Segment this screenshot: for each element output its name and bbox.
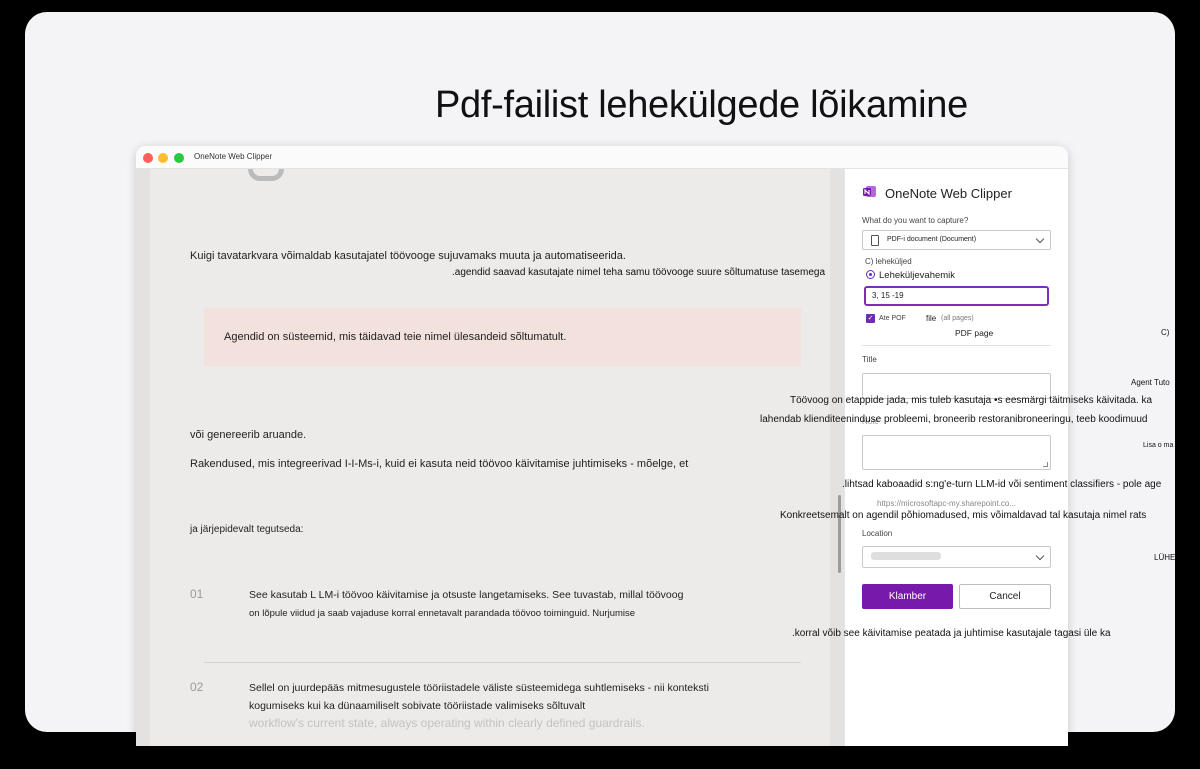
location-value-blurred (871, 552, 941, 560)
divider (862, 345, 1051, 346)
chevron-down-icon (1035, 551, 1045, 561)
capture-type-select[interactable]: PDF-i document (Document) (862, 230, 1051, 250)
resize-grip-icon[interactable] (1043, 462, 1048, 467)
attach-pdf-checkbox[interactable]: ✓ (866, 314, 875, 323)
app-window: OneNote Web Clipper Kuigi tavatarkvara v… (136, 146, 1068, 746)
panel-title: OneNote Web Clipper (885, 186, 1012, 201)
chevron-down-icon (1035, 234, 1045, 244)
pdf-page-label: PDF page (955, 328, 994, 338)
all-pages-label: (all pages) (941, 315, 974, 322)
list-number-02: 02 (190, 680, 204, 694)
item2-line-2: kogumiseks kui ka dünaamiliselt sobivate… (249, 700, 586, 712)
doc-line-3: või genereerib aruande. (190, 429, 307, 441)
minimize-window-button[interactable] (158, 153, 168, 163)
note-textarea[interactable] (862, 435, 1051, 470)
attach-pdf-label: Ate POF (879, 315, 906, 322)
location-label: Location (862, 529, 893, 538)
overlay-resolves: lahendab klienditeeninduse probleemi, br… (760, 414, 1148, 425)
overlay-stop: .korral võib see käivitamise peatada ja … (792, 628, 1111, 639)
overlay-agent-tuto: Agent Tuto (1131, 378, 1170, 387)
doc-line-1: Kuigi tavatarkvara võimaldab kasutajatel… (190, 250, 626, 262)
list-separator (204, 662, 801, 663)
overlay-workflow-def: Töövoog on etappide jada, mis tuleb kasu… (790, 395, 1153, 406)
maximize-window-button[interactable] (174, 153, 184, 163)
pdf-page: Kuigi tavatarkvara võimaldab kasutajatel… (150, 169, 830, 746)
item1-line-2: on lõpule viidud ja saab vajaduse korral… (249, 608, 636, 619)
item2-line-1: Sellel on juurdepääs mitmesugustele töör… (249, 682, 709, 694)
doc-line-4: Rakendused, mis integreerivad I-I-Ms-i, … (190, 458, 689, 470)
page-number-glyph (248, 169, 284, 181)
page-range-label: Leheküljevahemik (879, 270, 956, 281)
doc-line-5: ja järjepidevalt tegutseda: (190, 524, 304, 535)
source-url: https://microsoftapc-my.sharepoint.co... (877, 499, 1017, 508)
window-titlebar: OneNote Web Clipper (136, 146, 1068, 169)
capture-label: What do you want to capture? (862, 216, 969, 225)
close-window-button[interactable] (143, 153, 153, 163)
overlay-c-right: C) (1161, 328, 1170, 337)
window-title: OneNote Web Clipper (194, 152, 273, 161)
overlay-luhe: LÜHE (1154, 553, 1176, 562)
pages-label: C) leheküljed (865, 257, 912, 266)
clip-button[interactable]: Klamber (862, 584, 953, 609)
page-range-value: 3, 15 -19 (872, 291, 904, 300)
callout-box: Agendid on süsteemid, mis täidavad teie … (204, 308, 801, 366)
item1-line-1: See kasutab L LM-i töövoo käivitamise ja… (249, 589, 684, 601)
clipper-panel: OneNote Web Clipper What do you want to … (844, 169, 1068, 746)
overlay-specifically: Konkreetsemalt on agendil põhiomadused, … (780, 510, 1147, 521)
overlay-doc-line-2: .agendid saavad kasutajate nimel teha sa… (452, 267, 826, 278)
overlay-lisa: Lisa o ma (1143, 442, 1174, 449)
page-range-input[interactable]: 3, 15 -19 (864, 286, 1049, 306)
callout-text: Agendid on süsteemid, mis täidavad teie … (224, 331, 567, 343)
scrollbar-track[interactable] (832, 169, 844, 746)
onenote-logo-icon (863, 186, 876, 197)
item2-line-3: workflow's current state, always operati… (249, 716, 645, 730)
page-range-radio[interactable] (866, 270, 875, 279)
pdf-document-viewer[interactable]: Kuigi tavatarkvara võimaldab kasutajatel… (136, 169, 844, 746)
capture-type-value: PDF-i document (Document) (887, 236, 977, 243)
scrollbar-thumb[interactable] (838, 495, 841, 573)
file-label: file (926, 314, 937, 323)
list-number-01: 01 (190, 587, 204, 601)
title-label: Title (862, 355, 877, 364)
location-select[interactable] (862, 546, 1051, 568)
overlay-simple-chatbots: .lihtsad kaboaadid s:ng'e-turn LLM-id võ… (842, 479, 1162, 490)
page-title: Pdf-failist lehekülgede lõikamine (435, 84, 968, 126)
document-icon (871, 235, 879, 246)
cancel-button[interactable]: Cancel (959, 584, 1051, 609)
